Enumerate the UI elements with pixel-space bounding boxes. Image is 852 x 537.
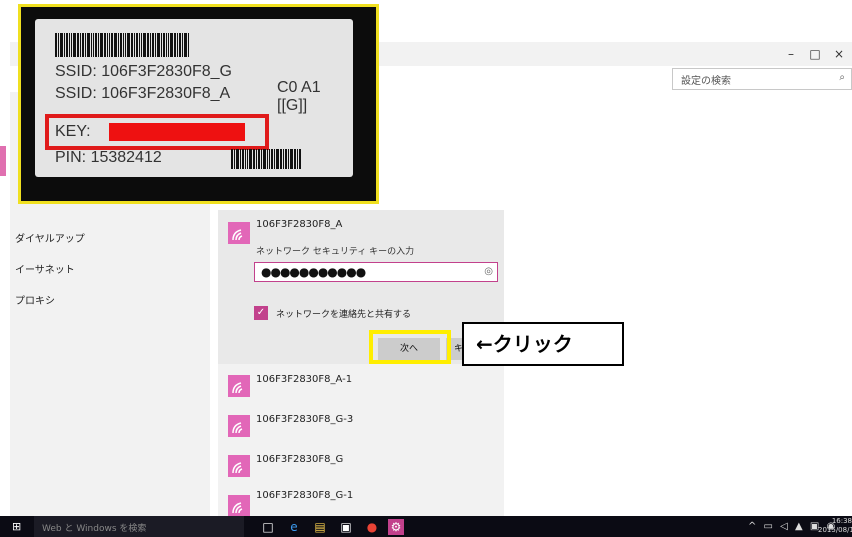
network-ssid: 106F3F2830F8_G-3 (256, 414, 354, 425)
security-key-input[interactable]: ●●●●●●●●●●● ◎ (254, 262, 498, 282)
share-checkbox[interactable]: ✓ (254, 306, 268, 320)
wifi-icon (228, 455, 250, 477)
router-label-photo: SSID: 106F3F2830F8_G SSID: 106F3F2830F8_… (18, 4, 379, 204)
windows-start-icon[interactable]: ⊞ (12, 520, 21, 533)
clock[interactable]: 16:38 2015/08/1 (818, 517, 852, 535)
clock-time: 16:38 (831, 517, 852, 525)
sticker-ssid-a: SSID: 106F3F2830F8_A (55, 85, 231, 102)
minimize-button[interactable]: – (780, 44, 802, 64)
barcode (231, 149, 302, 169)
network-ssid: 106F3F2830F8_A-1 (256, 374, 353, 385)
reveal-password-icon[interactable]: ◎ (484, 266, 493, 277)
network-ssid: 106F3F2830F8_G (256, 454, 344, 465)
sidebar-item-ethernet[interactable]: イーサネット (15, 261, 75, 276)
share-checkbox-label: ネットワークを連絡先と共有する (276, 310, 412, 320)
next-button-highlight (369, 330, 451, 364)
sidebar-item-dialup[interactable]: ダイヤルアップ (15, 230, 85, 245)
search-icon: ⌕ (839, 72, 845, 83)
close-button[interactable]: × (828, 44, 850, 64)
taskbar-search-placeholder: Web と Windows を検索 (42, 524, 147, 534)
store-icon[interactable]: ▣ (338, 519, 354, 535)
sticker-model-sub: [[G]] (277, 97, 308, 114)
wifi-icon (228, 495, 250, 517)
edge-browser-icon[interactable]: e (286, 519, 302, 535)
wifi-icon (228, 222, 250, 244)
wifi-icon (228, 415, 250, 437)
chrome-icon[interactable]: ● (364, 519, 380, 535)
wifi-network-item[interactable]: 106F3F2830F8_A-1 (218, 364, 504, 408)
nav-selection-indicator (0, 146, 6, 176)
sticker-model: C0 A1 (277, 79, 321, 96)
router-sticker: SSID: 106F3F2830F8_G SSID: 106F3F2830F8_… (35, 19, 353, 177)
network-ssid: 106F3F2830F8_G-1 (256, 490, 354, 501)
wifi-network-item[interactable]: 106F3F2830F8_G (218, 444, 504, 488)
security-key-value: ●●●●●●●●●●● (261, 265, 366, 279)
file-explorer-icon[interactable]: ▤ (312, 519, 328, 535)
wifi-icon (228, 375, 250, 397)
settings-search-input[interactable]: 設定の検索 ⌕ (672, 68, 852, 90)
search-placeholder: 設定の検索 (681, 76, 731, 87)
task-view-icon[interactable]: □ (260, 519, 276, 535)
security-key-label: ネットワーク セキュリティ キーの入力 (256, 247, 415, 257)
maximize-button[interactable]: □ (804, 44, 826, 64)
screenshot: – □ × 設定の検索 ⌕ ダイヤルアップ イーサネット プロキシ 106F3F… (0, 0, 852, 537)
sticker-ssid-g: SSID: 106F3F2830F8_G (55, 63, 232, 80)
sidebar-item-proxy[interactable]: プロキシ (15, 292, 55, 307)
taskbar-search-input[interactable]: Web と Windows を検索 (34, 516, 244, 537)
wifi-network-item[interactable]: 106F3F2830F8_G-3 (218, 404, 504, 448)
click-callout: ←クリック (462, 322, 624, 366)
clock-date: 2015/08/1 (818, 526, 852, 534)
barcode (55, 33, 190, 57)
network-ssid: 106F3F2830F8_A (256, 219, 343, 230)
key-highlight (45, 114, 269, 150)
settings-app-icon[interactable]: ⚙ (388, 519, 404, 535)
wifi-network-item[interactable]: 106F3F2830F8_G-1 (218, 484, 504, 520)
sticker-pin: PIN: 15382412 (55, 149, 162, 166)
taskbar: ⊞ Web と Windows を検索 □ e ▤ ▣ ● ⚙ ^ ▭ ◁ ▲ … (0, 516, 852, 537)
